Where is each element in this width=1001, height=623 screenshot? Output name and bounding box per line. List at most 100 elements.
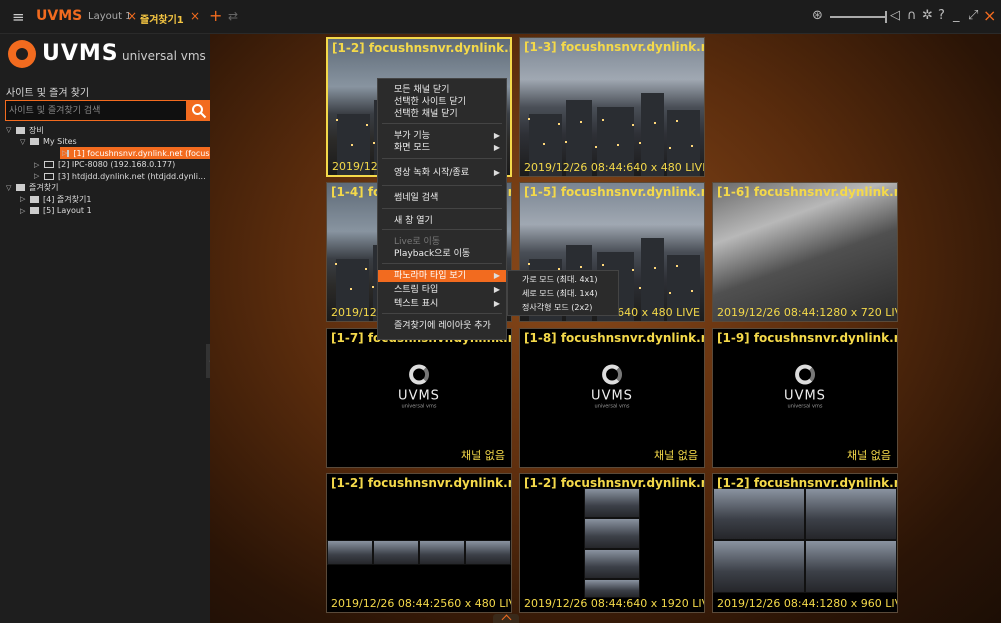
tree-item[interactable]: ▷ [1] focushnsnvr.dynlink.net (focus...: [60, 147, 217, 159]
window-light: [669, 147, 671, 149]
expand-right-icon[interactable]: ▷: [34, 161, 44, 169]
video-tile[interactable]: [1-2] focushnsnvr.dynlink.net : 2019/12/2…: [519, 473, 705, 613]
window-light: [676, 120, 678, 122]
window-light: [580, 121, 582, 123]
tree-item[interactable]: ▷ [4] 즐겨찾기1: [0, 193, 210, 205]
expand-down-icon[interactable]: ▽: [6, 184, 16, 192]
tree-item[interactable]: ▽ 장비: [0, 124, 210, 136]
tree-item-label: [3] htdjdd.dynlink.net (htdjdd.dynli...: [58, 171, 206, 181]
folder-icon: [16, 184, 25, 191]
help-icon[interactable]: ?: [938, 8, 945, 23]
no-channel-label: 채널 없음: [461, 449, 505, 462]
panorama-segment: [465, 540, 511, 566]
video-tile[interactable]: [1-2] focushnsnvr.dynlink.net 2019/12/26 …: [712, 473, 898, 613]
folder-icon: [30, 138, 39, 145]
context-menu-item[interactable]: 화면 모드 ▶: [378, 142, 506, 154]
window-light: [632, 269, 634, 271]
tree-item[interactable]: ▷ [5] Layout 1: [0, 205, 210, 217]
context-menu-item[interactable]: 파노라마 타입 보기 ▶: [378, 270, 506, 282]
window-light: [335, 263, 337, 265]
tree-item-label: [4] 즐겨찾기1: [43, 194, 92, 204]
gear-icon[interactable]: ✲: [922, 8, 933, 23]
menu-separator: [382, 185, 502, 186]
expand-right-icon[interactable]: ▷: [34, 172, 44, 180]
tab-favorites-1-close-icon[interactable]: ×: [190, 9, 200, 23]
tile-title: [1-8] focushnsnvr.dynlink.net :: [524, 331, 704, 345]
context-menu-item-label: 파노라마 타입 보기: [394, 271, 466, 281]
window-light: [580, 266, 582, 268]
window-light: [639, 142, 641, 144]
search-button[interactable]: [187, 100, 210, 121]
tree-item[interactable]: ▷ [3] htdjdd.dynlink.net (htdjdd.dynli...: [0, 170, 210, 182]
window-light: [632, 124, 634, 126]
close-window-icon[interactable]: ×: [983, 6, 996, 25]
video-tile[interactable]: [1-2] focushnsnvr.dynlink.net : 2019/12/2…: [326, 473, 512, 613]
tab-layout-1-close-icon[interactable]: ×: [127, 9, 137, 23]
speaker-icon[interactable]: ◁: [890, 8, 900, 23]
headphones-icon[interactable]: ∩: [907, 8, 917, 23]
tree-item[interactable]: ▽ 즐겨찾기: [0, 182, 210, 194]
context-menu-item[interactable]: 영상 녹화 시작/종료 ▶: [378, 167, 506, 179]
context-menu-item-label: 즐겨찾기에 레이아웃 추가: [394, 321, 491, 331]
tile-title: [1-2] focushnsnvr.dynlink.net :: [332, 41, 510, 55]
context-menu-item[interactable]: 선택한 사이트 닫기: [378, 96, 506, 108]
video-tile[interactable]: [1-6] focushnsnvr.dynlink.net : 2019/12/2…: [712, 182, 898, 322]
camera-feed: [713, 183, 897, 321]
add-tab-icon[interactable]: +: [209, 6, 222, 25]
expand-down-icon[interactable]: ▽: [6, 126, 16, 134]
settings-dial-icon[interactable]: ⊛: [812, 8, 823, 23]
video-tile[interactable]: UVMS universal vms [1-9] focushnsnvr.dynli…: [712, 328, 898, 468]
context-menu-item[interactable]: 썸네일 검색: [378, 192, 506, 204]
window-light: [654, 267, 656, 269]
tree-item[interactable]: ▽ My Sites: [0, 136, 210, 148]
tree-item[interactable]: ▷ [2] IPC-8080 (192.168.0.177): [0, 159, 210, 171]
context-menu-item-label: 선택한 사이트 닫기: [394, 97, 466, 107]
video-tile[interactable]: UVMSuniversal vms[1-7] focushnsnvr.dynli…: [326, 328, 512, 468]
tab-layout-1[interactable]: Layout 1: [88, 11, 132, 22]
context-menu-item[interactable]: 즐겨찾기에 레이아웃 추가: [378, 320, 506, 332]
window-light: [565, 141, 567, 143]
sync-icon[interactable]: ⇄: [228, 9, 238, 23]
panorama-submenu-item[interactable]: 정사각형 모드 (2x2): [508, 301, 618, 315]
window-light: [528, 263, 530, 265]
maximize-icon[interactable]: ⤢: [968, 8, 978, 23]
context-menu-item[interactable]: Playback으로 이동: [378, 248, 506, 260]
app-title: UVMS: [36, 8, 83, 24]
context-menu-item-label: 모든 채널 닫기: [394, 85, 450, 95]
video-tile[interactable]: UVMS universal vms [1-8] focushnsnvr.dynli…: [519, 328, 705, 468]
context-menu-item-label: Playback으로 이동: [394, 249, 471, 259]
context-menu-item[interactable]: 새 창 열기: [378, 215, 506, 227]
expand-down-icon[interactable]: ▽: [20, 138, 30, 146]
panorama-submenu-item[interactable]: 세로 모드 (최대. 1x4): [508, 287, 618, 301]
menu-separator: [382, 123, 502, 124]
panorama-segment: [419, 540, 465, 566]
expand-right-icon[interactable]: ▷: [20, 207, 30, 215]
menu-separator: [382, 263, 502, 264]
window-light: [558, 123, 560, 125]
panorama-submenu-item[interactable]: 가로 모드 (최대. 4x1): [508, 273, 618, 287]
panorama-feed: [713, 474, 897, 612]
favorite-icon: [30, 207, 39, 214]
bottom-panel-handle-icon[interactable]: [493, 614, 519, 623]
window-light: [350, 288, 352, 290]
hamburger-menu-icon[interactable]: ≡: [12, 8, 25, 26]
context-menu-item: Live로 이동: [378, 236, 506, 248]
tab-favorites-1[interactable]: 즐겨찾기1: [140, 11, 184, 26]
context-menu-item[interactable]: 모든 채널 닫기: [378, 84, 506, 96]
context-menu-item[interactable]: 스트림 타입 ▶: [378, 284, 506, 296]
logo-text: UVMS: [398, 388, 440, 404]
volume-slider[interactable]: [830, 11, 887, 23]
window-light: [617, 144, 619, 146]
minimize-icon[interactable]: _: [953, 8, 960, 23]
panorama-segment: [805, 487, 897, 541]
context-menu-item[interactable]: 텍스트 표시 ▶: [378, 298, 506, 310]
search-field[interactable]: [5, 100, 187, 121]
search-input[interactable]: [6, 101, 186, 120]
no-channel-label: 채널 없음: [654, 449, 698, 462]
window-light: [639, 287, 641, 289]
video-tile[interactable]: [1-3] focushnsnvr.dynlink.net 2019/12/26 …: [519, 37, 705, 177]
context-menu-item[interactable]: 선택한 채널 닫기: [378, 108, 506, 120]
expand-right-icon[interactable]: ▷: [20, 195, 30, 203]
submenu-arrow-icon: ▶: [493, 285, 500, 294]
context-menu-item[interactable]: 부가 기능 ▶: [378, 130, 506, 142]
